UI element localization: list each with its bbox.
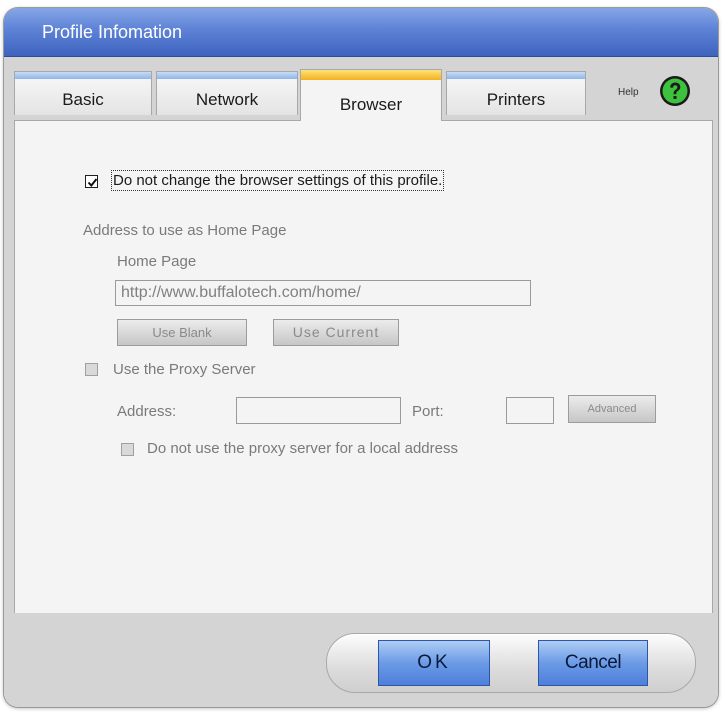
bypass-local-checkbox[interactable] <box>121 443 134 456</box>
bypass-local-label: Do not use the proxy server for a local … <box>147 440 458 457</box>
tab-label: Network <box>195 90 259 109</box>
profile-dialog: Profile Infomation Basic Network Browser… <box>4 8 718 707</box>
use-blank-button[interactable]: Use Blank <box>117 319 247 346</box>
window-title: Profile Infomation <box>42 22 183 42</box>
tab-browser[interactable]: Browser <box>300 69 442 121</box>
tab-stripe <box>447 72 585 79</box>
tab-label: Browser <box>339 95 403 114</box>
home-page-label: Home Page <box>117 253 197 270</box>
tab-printers[interactable]: Printers <box>446 71 586 115</box>
home-section-label: Address to use as Home Page <box>83 222 287 239</box>
tab-stripe <box>301 70 441 80</box>
advanced-button[interactable]: Advanced <box>568 395 656 423</box>
use-current-button[interactable]: Use Current <box>273 319 399 346</box>
help-button[interactable]: Help <box>606 75 702 109</box>
tab-strip: Basic Network Browser Printers Help <box>14 63 712 123</box>
proxy-label: Use the Proxy Server <box>113 361 256 378</box>
browser-panel: Do not change the browser settings of th… <box>14 120 713 615</box>
tab-label: Printers <box>486 90 546 109</box>
tab-basic[interactable]: Basic <box>14 71 152 115</box>
proxy-port-input[interactable] <box>506 397 554 424</box>
tab-stripe <box>15 72 151 79</box>
help-icon[interactable] <box>659 75 691 107</box>
tab-stripe <box>157 72 297 79</box>
address-label: Address: <box>117 403 177 420</box>
proxy-address-input[interactable] <box>236 397 401 424</box>
home-page-input[interactable]: http://www.buffalotech.com/home/ <box>115 280 531 306</box>
checkmark-icon <box>87 178 98 188</box>
port-label: Port: <box>412 403 444 420</box>
cancel-button[interactable]: Cancel <box>538 640 648 686</box>
title-bar[interactable]: Profile Infomation <box>4 8 718 57</box>
keep-settings-label[interactable]: Do not change the browser settings of th… <box>110 170 445 191</box>
help-label: Help <box>618 87 639 98</box>
ok-button[interactable]: OK <box>378 640 490 686</box>
dialog-footer: OK Cancel <box>4 613 718 707</box>
keep-settings-checkbox[interactable] <box>85 175 98 188</box>
tab-network[interactable]: Network <box>156 71 298 115</box>
proxy-checkbox[interactable] <box>85 363 98 376</box>
tab-label: Basic <box>62 90 104 109</box>
